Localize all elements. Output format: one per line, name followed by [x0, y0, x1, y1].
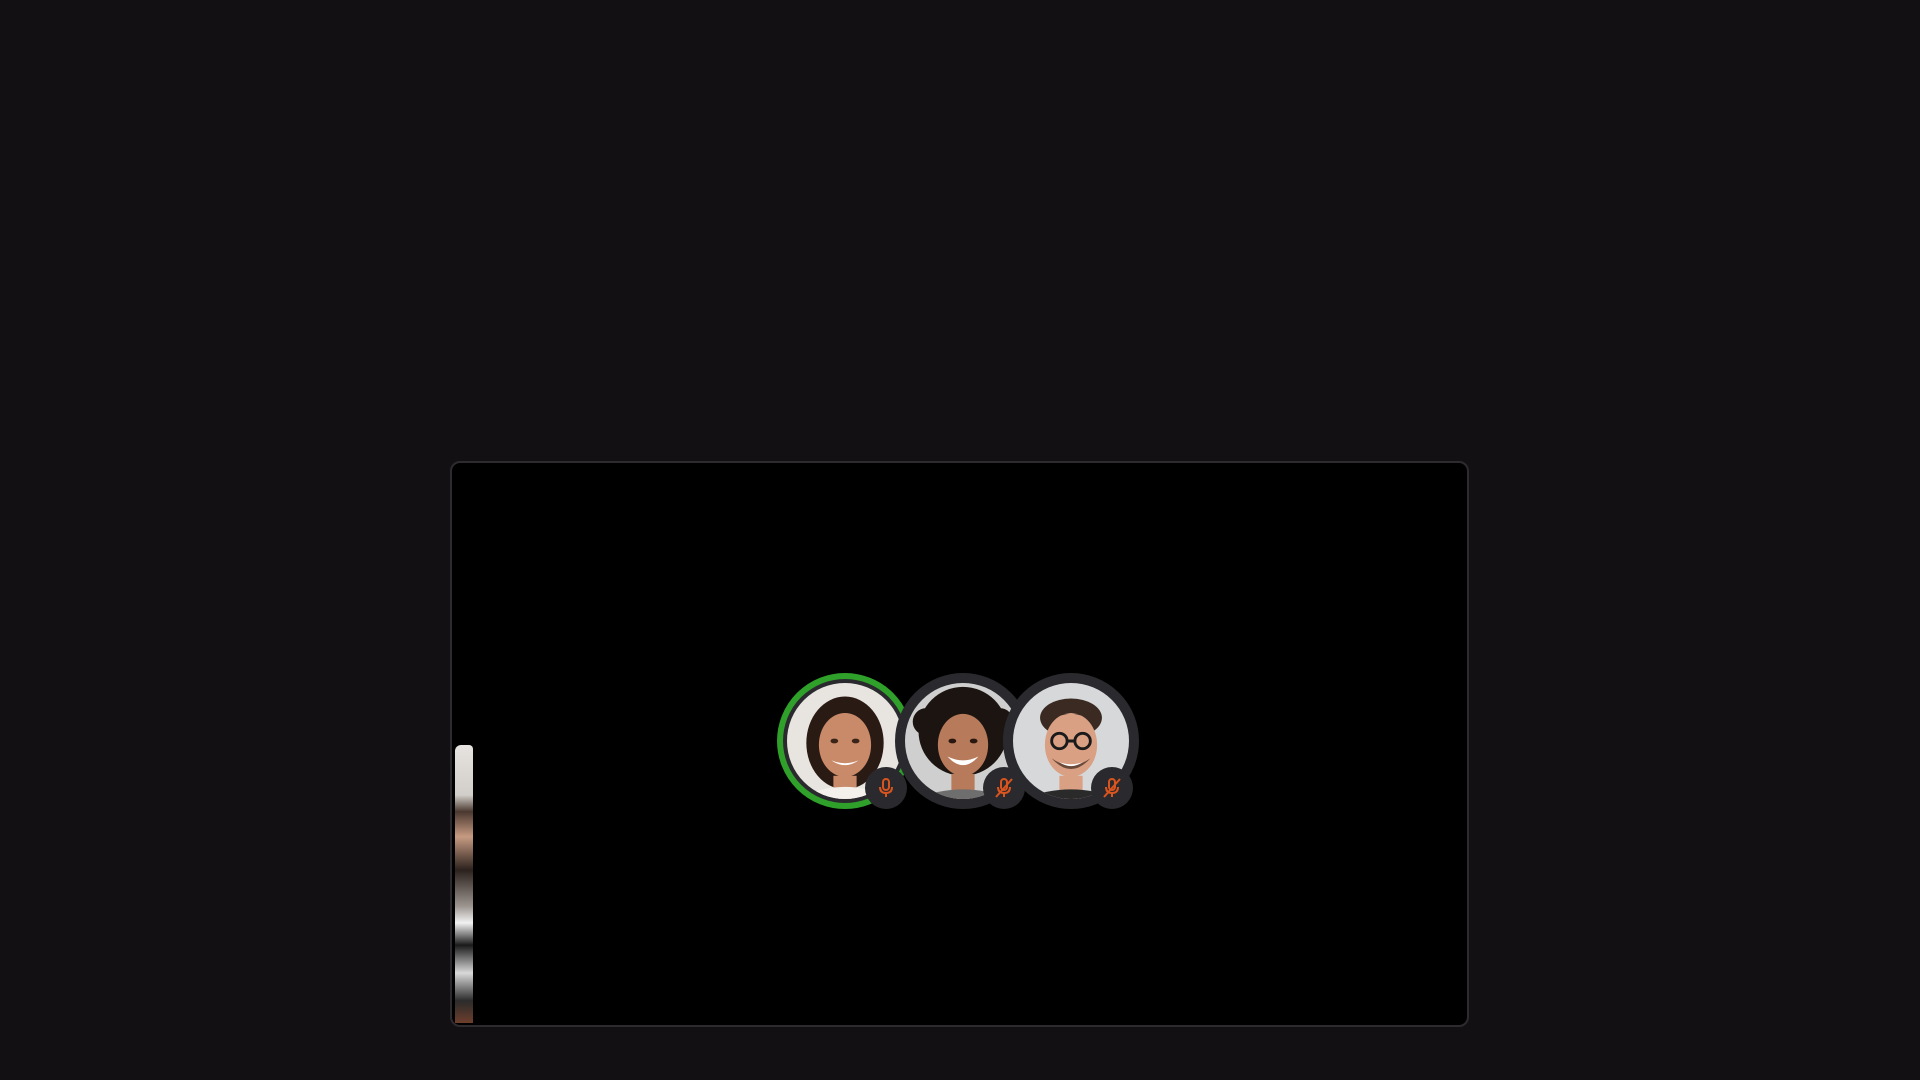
self-view-thumbnail[interactable]: [455, 745, 473, 1023]
mic-icon: [879, 778, 893, 797]
screen: [0, 0, 1920, 1080]
participant-avatars: [777, 673, 1157, 833]
mic-badge[interactable]: [1091, 767, 1133, 809]
mic-muted-icon: [1103, 778, 1121, 798]
mic-badge[interactable]: [865, 767, 907, 809]
mic-muted-icon: [995, 778, 1013, 798]
call-window: [450, 461, 1469, 1027]
